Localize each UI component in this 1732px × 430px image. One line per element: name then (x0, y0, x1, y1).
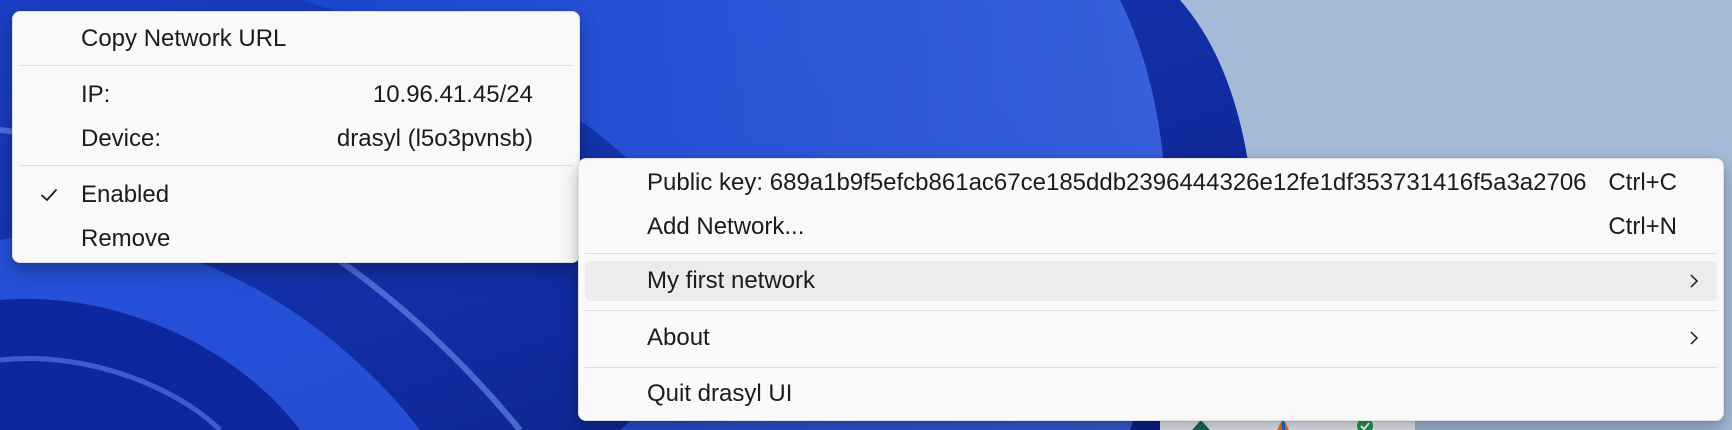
enabled-label: Enabled (81, 181, 170, 208)
network-item-my-first-network[interactable]: My first network (585, 261, 1717, 301)
public-key-label: Public key: 689a1b9f5efcb861ac67ce185ddb… (647, 169, 1587, 196)
copy-network-url-item[interactable]: Copy Network URL (19, 19, 573, 59)
remove-network-item[interactable]: Remove (19, 219, 573, 259)
separator (585, 367, 1717, 368)
public-key-item[interactable]: Public key: 689a1b9f5efcb861ac67ce185ddb… (585, 163, 1717, 203)
add-network-item[interactable]: Add Network... Ctrl+N (585, 207, 1717, 247)
network-name-label: My first network (647, 267, 816, 294)
enabled-toggle-item[interactable]: Enabled (19, 175, 573, 215)
copy-shortcut: Ctrl+C (1608, 169, 1677, 196)
network-submenu: Copy Network URL IP: 10.96.41.45/24 Devi… (12, 11, 580, 263)
quit-label: Quit drasyl UI (647, 380, 793, 407)
device-item[interactable]: Device: drasyl (l5o3pvnsb) (19, 119, 573, 159)
about-item[interactable]: About (585, 318, 1717, 358)
device-label: Device: (81, 125, 162, 152)
ip-item[interactable]: IP: 10.96.41.45/24 (19, 75, 573, 115)
separator (585, 310, 1717, 311)
chevron-right-icon (1690, 274, 1699, 288)
separator (19, 165, 573, 166)
tray-context-menu: Public key: 689a1b9f5efcb861ac67ce185ddb… (578, 158, 1724, 421)
quit-item[interactable]: Quit drasyl UI (585, 374, 1717, 414)
about-label: About (647, 324, 710, 351)
add-network-label: Add Network... (647, 213, 805, 240)
chevron-right-icon (1690, 331, 1699, 345)
remove-label: Remove (81, 225, 171, 252)
ip-label: IP: (81, 81, 111, 108)
separator (585, 253, 1717, 254)
add-network-shortcut: Ctrl+N (1608, 213, 1677, 240)
ip-value: 10.96.41.45/24 (372, 81, 533, 108)
copy-network-url-label: Copy Network URL (81, 25, 287, 52)
device-value: drasyl (l5o3pvnsb) (336, 125, 533, 152)
checkmark-icon (41, 189, 57, 201)
separator (19, 65, 573, 66)
